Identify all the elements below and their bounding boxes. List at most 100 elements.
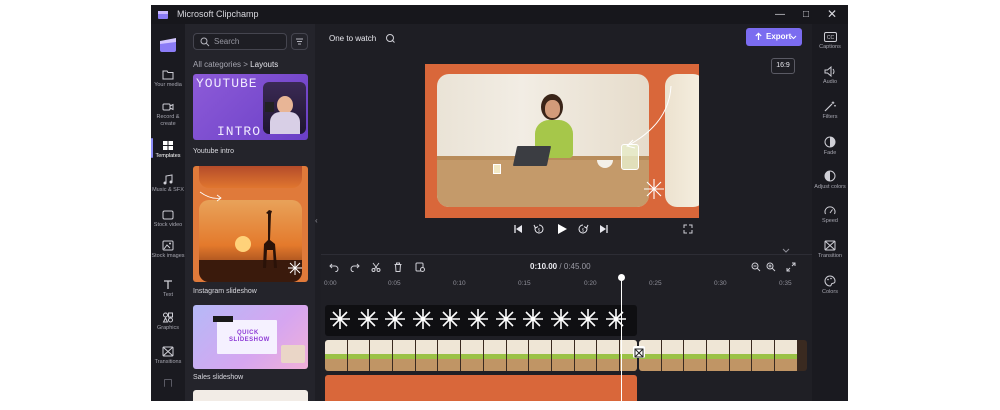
transition-marker[interactable] bbox=[633, 346, 645, 358]
aspect-ratio-button[interactable]: 16:9 bbox=[771, 58, 795, 74]
rail-fade[interactable]: Fade bbox=[812, 136, 848, 156]
template-title: Youtube intro bbox=[193, 148, 234, 155]
skip-forward-icon[interactable] bbox=[599, 224, 609, 234]
rail-speed[interactable]: Speed bbox=[812, 206, 848, 224]
export-button[interactable]: Export bbox=[746, 28, 802, 46]
breadcrumb-parent[interactable]: All categories bbox=[193, 60, 241, 69]
nav-record-create[interactable]: Record & create bbox=[151, 102, 185, 127]
playhead[interactable] bbox=[621, 277, 622, 401]
templates-panel: Search All categories > Layouts YOUTUBE … bbox=[185, 24, 315, 401]
nav-your-media[interactable]: Your media bbox=[151, 70, 185, 89]
undo-icon[interactable] bbox=[329, 262, 339, 272]
text-icon bbox=[164, 280, 172, 289]
music-note-icon bbox=[163, 174, 173, 185]
upload-icon bbox=[755, 32, 762, 40]
ruler-tick: 0:30 bbox=[714, 280, 727, 287]
skip-back-icon[interactable] bbox=[513, 224, 523, 234]
project-title[interactable]: One to watch bbox=[329, 34, 376, 43]
more-icon[interactable] bbox=[164, 379, 172, 387]
maximize-button[interactable]: □ bbox=[795, 5, 817, 24]
sparkle-overlay-clip[interactable] bbox=[325, 305, 637, 336]
cloud-sync-icon[interactable] bbox=[385, 33, 396, 44]
breadcrumb: All categories > Layouts bbox=[193, 60, 278, 69]
nav-templates[interactable]: Templates bbox=[151, 138, 185, 160]
chevron-down-icon bbox=[790, 35, 797, 40]
templates-icon bbox=[163, 141, 173, 150]
rail-label: Audio bbox=[822, 79, 838, 85]
template-card-instagram-slideshow[interactable] bbox=[193, 166, 308, 282]
nav-stock-images[interactable]: Stock images bbox=[151, 240, 185, 260]
sparkle-icon bbox=[440, 309, 461, 329]
svg-text:5: 5 bbox=[538, 227, 541, 232]
background-color-clip[interactable] bbox=[325, 375, 637, 401]
speedometer-icon bbox=[824, 206, 836, 215]
rail-label: Filters bbox=[822, 114, 838, 120]
sparkle-icon bbox=[606, 309, 626, 329]
nav-graphics[interactable]: Graphics bbox=[151, 312, 185, 332]
ruler-tick: 0:25 bbox=[649, 280, 662, 287]
nav-label: Graphics bbox=[156, 325, 179, 331]
close-button[interactable]: ✕ bbox=[821, 5, 843, 24]
zoom-in-icon[interactable] bbox=[766, 262, 776, 272]
template-card-youtube-intro[interactable]: YOUTUBE INTRO bbox=[193, 74, 308, 140]
zoom-out-icon[interactable] bbox=[751, 262, 761, 272]
add-media-icon[interactable] bbox=[415, 262, 425, 272]
redo-icon[interactable] bbox=[350, 262, 360, 272]
sparkle-icon bbox=[578, 309, 599, 329]
video-clip[interactable] bbox=[325, 340, 637, 371]
rail-colors[interactable]: Colors bbox=[812, 275, 848, 295]
play-icon[interactable] bbox=[556, 223, 568, 235]
nav-label: Text bbox=[162, 292, 174, 298]
video-camera-icon bbox=[162, 103, 174, 111]
filter-button[interactable] bbox=[291, 33, 308, 50]
nav-transitions[interactable]: Transitions bbox=[151, 346, 185, 366]
sparkle-icon bbox=[357, 309, 378, 329]
folder-icon bbox=[162, 70, 174, 80]
clipchamp-logo-icon bbox=[158, 11, 168, 19]
nav-label: Templates bbox=[155, 153, 181, 159]
sparkle-icon bbox=[550, 309, 571, 329]
clip-frame bbox=[506, 340, 530, 371]
rewind-5s-icon[interactable]: 5 bbox=[533, 223, 545, 235]
forward-5s-icon[interactable]: 5 bbox=[577, 223, 589, 235]
rail-adjust-colors[interactable]: Adjust colors bbox=[812, 170, 848, 190]
scissors-icon[interactable] bbox=[371, 262, 381, 272]
clip-frame bbox=[684, 340, 708, 371]
fullscreen-icon[interactable] bbox=[683, 224, 693, 234]
svg-text:CC: CC bbox=[826, 35, 834, 41]
magic-wand-icon bbox=[824, 101, 836, 112]
clip-frame bbox=[483, 340, 507, 371]
nav-music-sfx[interactable]: Music & SFX bbox=[151, 174, 185, 194]
nav-stock-video[interactable]: Stock video bbox=[151, 210, 185, 229]
template-card-next[interactable] bbox=[193, 390, 308, 401]
nav-text[interactable]: Text bbox=[151, 279, 185, 299]
sparkle-icon bbox=[495, 309, 516, 329]
arrow-doodle bbox=[626, 85, 672, 149]
template-card-sales-slideshow[interactable]: QUICK SLIDESHOW bbox=[193, 305, 308, 369]
nav-label: Stock video bbox=[153, 222, 183, 228]
video-clip[interactable] bbox=[639, 340, 807, 371]
clip-frame bbox=[461, 340, 484, 371]
rail-filters[interactable]: Filters bbox=[812, 101, 848, 120]
rail-audio[interactable]: Audio bbox=[812, 66, 848, 85]
search-placeholder: Search bbox=[214, 37, 240, 46]
ruler-tick: 0:20 bbox=[584, 280, 597, 287]
rail-transition[interactable]: Transition bbox=[812, 240, 848, 259]
sparkle-icon bbox=[644, 179, 664, 199]
nav-label: Record & create bbox=[156, 114, 180, 127]
trash-icon[interactable] bbox=[393, 262, 403, 272]
fit-timeline-icon[interactable] bbox=[786, 262, 796, 272]
sparkle-icon bbox=[385, 309, 406, 329]
minimize-button[interactable]: — bbox=[769, 5, 791, 24]
playhead-handle[interactable] bbox=[618, 274, 625, 281]
clip-frame bbox=[661, 340, 685, 371]
template-title: Sales slideshow bbox=[193, 374, 244, 381]
clip-frame bbox=[415, 340, 439, 371]
search-input[interactable]: Search bbox=[193, 33, 287, 50]
fade-icon bbox=[824, 136, 836, 148]
collapse-panel-chevron-icon[interactable]: ‹ bbox=[315, 216, 322, 228]
rail-captions[interactable]: CC Captions bbox=[812, 32, 848, 50]
ruler-tick: 0:00 bbox=[324, 280, 337, 287]
film-icon bbox=[162, 210, 174, 220]
presenter-photo bbox=[263, 82, 306, 134]
